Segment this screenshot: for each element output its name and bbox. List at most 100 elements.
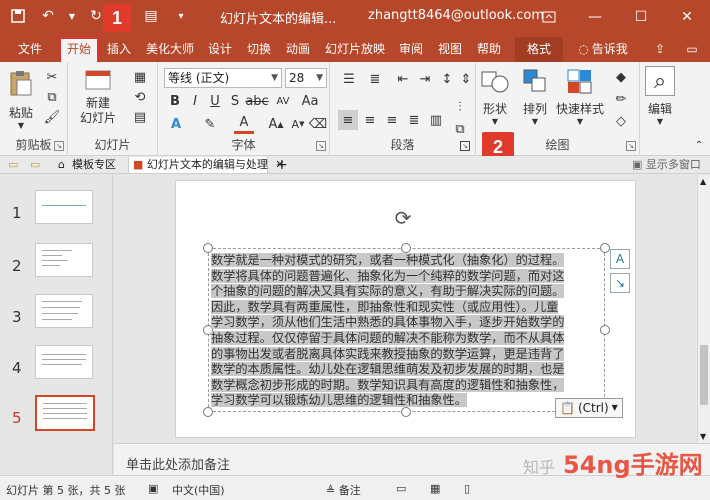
template-zone-tab[interactable]: 模板专区	[72, 157, 116, 173]
multi-window-button[interactable]: ▣ 显示多窗口	[632, 157, 701, 173]
new-tab-icon[interactable]: +	[276, 157, 288, 173]
arrange-button[interactable]: 排列 ▼	[520, 66, 550, 126]
tab-design[interactable]: 设计	[205, 37, 235, 62]
resize-handle[interactable]	[401, 243, 411, 253]
slide-body-text[interactable]: 数学就是一种对模式的研究，或者一种模式化（抽象化）的过程。 数学将具体的问题普遍…	[211, 253, 603, 409]
line-spacing-icon[interactable]: ↕	[438, 70, 456, 88]
tab-file[interactable]: 文件	[12, 37, 48, 62]
reading-view-icon[interactable]: ▯	[464, 482, 470, 495]
justify-icon[interactable]: ≣	[404, 110, 424, 130]
tab-slideshow[interactable]: 幻灯片放映	[322, 37, 388, 62]
scroll-down-icon[interactable]: ▼	[700, 432, 706, 441]
save-icon[interactable]	[8, 6, 28, 26]
slide-thumbnail-4[interactable]: 4	[0, 345, 113, 389]
bold-icon[interactable]: B	[166, 92, 184, 110]
slide-thumbnail-1[interactable]: 1	[0, 190, 113, 234]
folder-open-icon[interactable]: ▭	[30, 157, 40, 173]
drawing-launcher[interactable]: ↘	[626, 141, 636, 151]
customize-qat-icon[interactable]: ▾	[171, 6, 191, 26]
scrollbar-thumb[interactable]	[700, 345, 708, 405]
layout-options-icon[interactable]: A	[610, 249, 630, 269]
text-effects-icon[interactable]: A	[166, 114, 186, 134]
shapes-button[interactable]: 形状 ▼	[480, 66, 510, 126]
bullets-icon[interactable]: ☰	[338, 70, 360, 88]
tab-home[interactable]: 开始	[59, 37, 99, 62]
notes-toggle[interactable]: ≜ 备注	[326, 482, 361, 498]
comments-icon[interactable]: ▭	[682, 37, 702, 62]
close-icon[interactable]: ✕	[664, 0, 710, 33]
tab-beautify-master[interactable]: 美化大师	[142, 37, 198, 62]
shape-outline-icon[interactable]: ✏	[610, 90, 632, 108]
align-center-icon[interactable]: ≡	[360, 110, 380, 130]
share-icon[interactable]: ⇪	[650, 37, 670, 62]
account-name[interactable]: zhangtt8464@outlook.com	[368, 8, 544, 23]
new-slide-button[interactable]: 新建 幻灯片	[80, 66, 116, 126]
align-text-icon[interactable]: ⫶	[450, 98, 470, 116]
resize-handle[interactable]	[600, 243, 610, 253]
columns-icon[interactable]: ▥	[426, 110, 446, 130]
quick-styles-button[interactable]: 快速样式 ▼	[556, 66, 604, 126]
undo-dropdown-icon[interactable]: ▼	[68, 6, 76, 26]
editing-button[interactable]: ⌕ 编辑 ▼	[645, 66, 675, 126]
folder-icon[interactable]: ▭	[8, 157, 18, 173]
change-case-icon[interactable]: Aa	[298, 92, 322, 110]
tab-help[interactable]: 帮助	[474, 37, 504, 62]
paste-dropdown-icon[interactable]: ▼	[18, 121, 24, 130]
spellcheck-icon[interactable]: ▣	[148, 482, 158, 495]
decrease-indent-icon[interactable]: ⇤	[394, 70, 412, 88]
font-size-combo[interactable]: 28 ▼	[285, 68, 327, 88]
rotate-handle-icon[interactable]: ⟳	[392, 207, 414, 229]
autofit-options-icon[interactable]: ↘	[610, 273, 630, 293]
slide-thumbnail-5[interactable]: 5	[0, 395, 113, 439]
section-icon[interactable]: ▤	[130, 108, 150, 126]
home-icon[interactable]: ⌂	[58, 157, 65, 173]
tab-transitions[interactable]: 切换	[244, 37, 274, 62]
font-name-combo[interactable]: 等线 (正文) ▼	[164, 68, 282, 88]
resize-handle[interactable]	[203, 243, 213, 253]
align-right-icon[interactable]: ≡	[382, 110, 402, 130]
italic-icon[interactable]: I	[186, 92, 204, 110]
text-direction-icon[interactable]: ⇕	[458, 70, 474, 88]
slide-thumbnail-3[interactable]: 3	[0, 294, 113, 338]
numbering-icon[interactable]: ≣	[364, 70, 386, 88]
minimize-icon[interactable]: —	[572, 0, 618, 33]
shape-effects-icon[interactable]: ◇	[610, 112, 632, 130]
maximize-icon[interactable]: ☐	[618, 0, 664, 33]
align-left-icon[interactable]: ≡	[338, 110, 358, 130]
shrink-font-icon[interactable]: A ▼	[288, 114, 308, 134]
slide-thumbnail-2[interactable]: 2	[0, 243, 113, 287]
normal-view-icon[interactable]: ▭	[396, 482, 406, 495]
scroll-up-icon[interactable]: ▲	[700, 177, 706, 186]
underline-icon[interactable]: U	[206, 92, 224, 110]
tab-review[interactable]: 审阅	[396, 37, 426, 62]
tab-view[interactable]: 视图	[435, 37, 465, 62]
reset-icon[interactable]: ⟲	[130, 88, 150, 106]
clear-format-icon[interactable]: ⌫	[308, 114, 328, 134]
paste-options-button[interactable]: 📋 (Ctrl) ▼	[555, 398, 623, 418]
language-status[interactable]: 中文(中国)	[172, 482, 225, 498]
font-launcher[interactable]: ↘	[316, 141, 326, 151]
document-tab[interactable]: ■ 幻灯片文本的编辑与处理 ✕	[128, 157, 285, 173]
strikethrough-icon[interactable]: abc	[245, 92, 268, 110]
collapse-ribbon-icon[interactable]: ⌃	[692, 138, 706, 152]
ribbon-display-icon[interactable]	[526, 0, 572, 33]
char-spacing-icon[interactable]: AV	[272, 92, 294, 110]
tab-insert[interactable]: 插入	[104, 37, 134, 62]
cut-icon[interactable]: ✂	[42, 68, 62, 86]
paragraph-launcher[interactable]: ↘	[460, 141, 470, 151]
tell-me-search[interactable]: ◌ 告诉我	[573, 37, 633, 62]
highlight-icon[interactable]: ✎	[200, 114, 220, 134]
clipboard-launcher[interactable]: ↘	[54, 141, 64, 151]
layout-icon[interactable]: ▦	[130, 68, 150, 86]
vertical-scrollbar[interactable]: ▲ ▼	[697, 175, 710, 443]
tab-format[interactable]: 格式	[515, 37, 563, 62]
shadow-icon[interactable]: S	[226, 92, 244, 110]
tab-animations[interactable]: 动画	[283, 37, 313, 62]
format-painter-icon[interactable]: 🖌	[42, 108, 62, 126]
increase-indent-icon[interactable]: ⇥	[416, 70, 434, 88]
slide-sorter-icon[interactable]: ▦	[430, 482, 440, 495]
paste-button[interactable]: 粘贴 ▼	[6, 68, 36, 130]
copy-icon[interactable]: ⧉	[42, 88, 62, 106]
undo-icon[interactable]: ↶	[38, 6, 58, 26]
shape-fill-icon[interactable]: ◆	[610, 68, 632, 86]
